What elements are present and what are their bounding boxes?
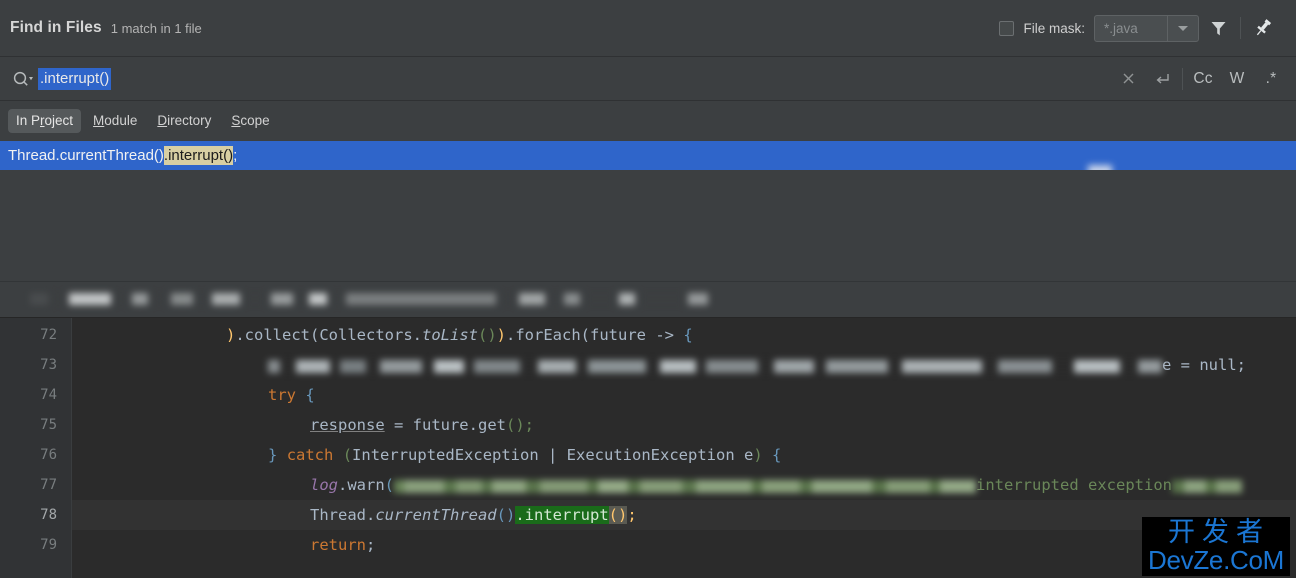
code-line-77-blurred-end — [1171, 471, 1242, 501]
code-line-72[interactable]: ).collect(Collectors.toList()).forEach(f… — [72, 320, 1296, 350]
code-line-74[interactable]: try { — [72, 380, 1296, 410]
tab-module[interactable]: Module — [85, 109, 145, 133]
file-mask-label: File mask: — [1023, 20, 1085, 36]
tab-scope[interactable]: Scope — [223, 109, 277, 133]
line-number-gutter: 72 73 74 75 76 77 78 79 — [0, 318, 72, 578]
pin-icon[interactable] — [1244, 9, 1282, 47]
code-line-73[interactable]: e = null; — [72, 350, 1296, 380]
watermark: 开发者 DevZe.CoM — [1142, 517, 1290, 576]
tab-directory[interactable]: Directory — [149, 109, 219, 133]
line-number: 74 — [40, 387, 57, 403]
code-line-78[interactable]: Thread.currentThread().interrupt(); — [72, 500, 1296, 530]
tab-in-project[interactable]: In Project — [8, 109, 82, 133]
search-options: Cc W .* — [1111, 62, 1288, 96]
regex-button[interactable]: .* — [1254, 62, 1288, 96]
result-match: .interrupt() — [163, 146, 234, 165]
code-preview[interactable]: 72 73 74 75 76 77 78 79 ).collect(Collec… — [0, 317, 1296, 578]
watermark-line-1: 开发者 — [1168, 517, 1270, 548]
preview-file-path — [0, 281, 1296, 317]
watermark-line-2: DevZe.CoM — [1148, 545, 1284, 575]
result-row-blurred-tail — [1055, 146, 1150, 170]
code-line-77-blurred — [394, 471, 977, 501]
line-number: 75 — [40, 417, 57, 433]
line-number: 76 — [40, 447, 57, 463]
code-line-75[interactable]: response = future.get(); — [72, 410, 1296, 440]
search-input-value[interactable]: .interrupt() — [38, 67, 112, 90]
result-prefix: Thread.currentThread() — [8, 147, 164, 164]
search-row: .interrupt() Cc W .* — [0, 57, 1296, 101]
words-button[interactable]: W — [1220, 62, 1254, 96]
code-line-77-tail: interrupted exception — [976, 476, 1172, 494]
line-number: 72 — [40, 327, 57, 343]
dialog-title: Find in Files — [10, 19, 102, 36]
chevron-down-icon[interactable] — [1167, 15, 1198, 41]
code-line-73-tail: e = null; — [1162, 356, 1246, 374]
dialog-titlebar: Find in Files 1 match in 1 file File mas… — [0, 0, 1296, 57]
code-lines[interactable]: ).collect(Collectors.toList()).forEach(f… — [72, 318, 1296, 578]
line-number: 77 — [40, 477, 57, 493]
line-number: 73 — [40, 357, 57, 373]
code-line-79[interactable]: return; — [72, 530, 1296, 560]
scope-tabs: In Project Module Directory Scope — [0, 101, 1296, 141]
results-list[interactable]: Thread.currentThread() .interrupt(); — [0, 141, 1296, 281]
line-number-current: 78 — [40, 507, 57, 523]
search-input[interactable]: .interrupt() — [38, 57, 1111, 100]
search-icon[interactable] — [8, 70, 38, 88]
code-match-highlight: .interrupt — [515, 506, 609, 524]
toolbar-divider — [1240, 17, 1241, 39]
result-suffix: ; — [233, 147, 238, 164]
clear-search-icon[interactable] — [1111, 62, 1145, 96]
find-in-files-dialog: Find in Files 1 match in 1 file File mas… — [0, 0, 1296, 578]
filter-icon[interactable] — [1199, 9, 1237, 47]
file-mask-combo[interactable]: *.java — [1094, 14, 1199, 42]
search-options-divider — [1182, 67, 1183, 90]
file-mask-checkbox[interactable] — [999, 20, 1015, 36]
preview-path-blurred — [30, 291, 708, 309]
match-count-label: 1 match in 1 file — [110, 20, 202, 36]
line-number: 79 — [40, 537, 57, 553]
titlebar-controls: File mask: *.java — [999, 9, 1282, 47]
code-line-76[interactable]: } catch (InterruptedException | Executio… — [72, 440, 1296, 470]
file-mask-input[interactable]: *.java — [1095, 16, 1167, 41]
new-line-icon[interactable] — [1145, 62, 1179, 96]
code-line-77[interactable]: log.warn(interrupted exception — [72, 470, 1296, 500]
code-line-73-blurred — [268, 351, 1162, 381]
match-case-button[interactable]: Cc — [1186, 62, 1220, 96]
result-row[interactable]: Thread.currentThread() .interrupt(); — [0, 141, 1296, 170]
